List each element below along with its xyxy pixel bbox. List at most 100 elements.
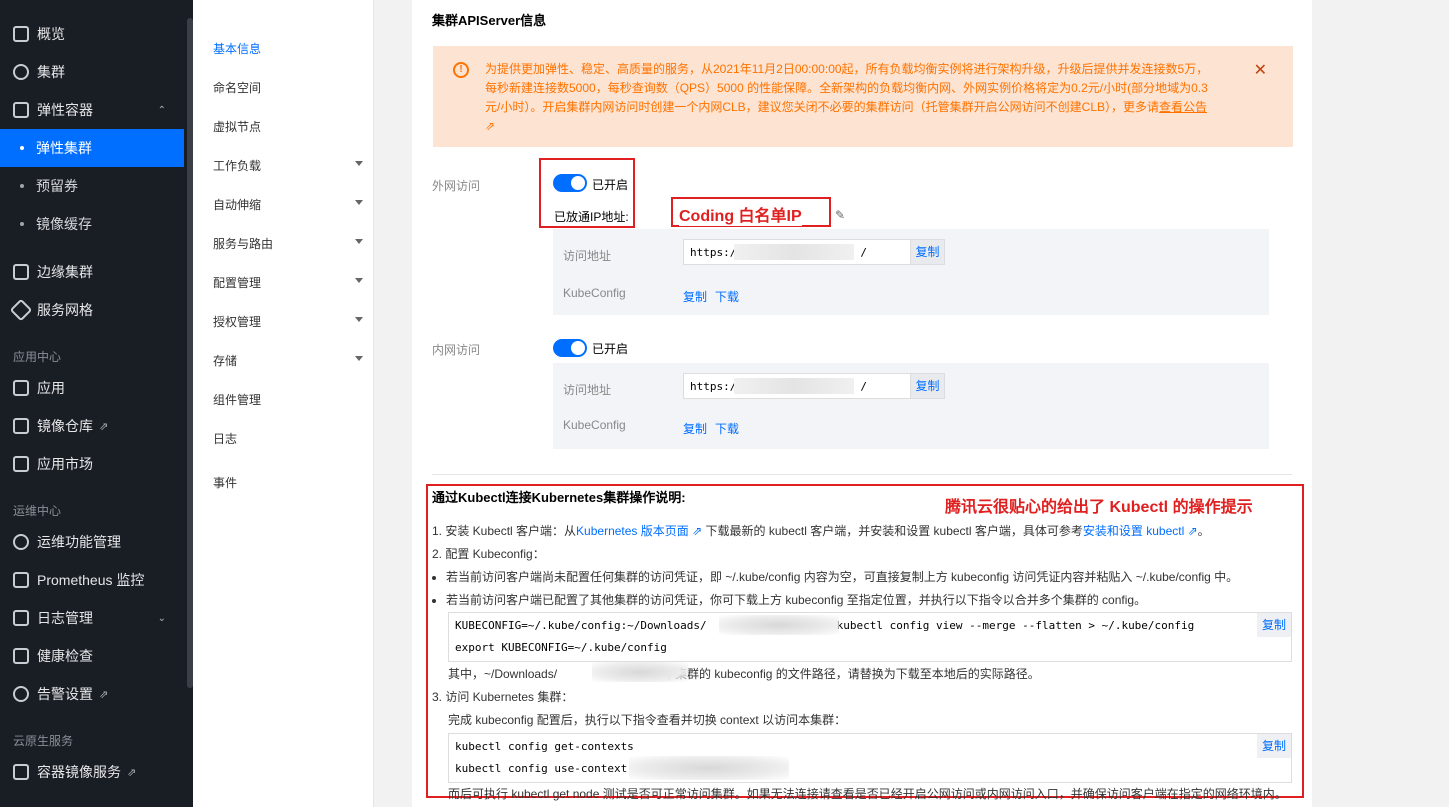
step-3: 3. 访问 Kubernetes 集群： xyxy=(432,690,574,704)
subnav-workload[interactable]: 工作负载 xyxy=(213,157,363,174)
nav-item-health-check[interactable]: 健康检查 xyxy=(0,637,184,675)
bullet-2: 若当前访问客户端已配置了其他集群的访问凭证，你可下载上方 kubeconfig … xyxy=(432,591,1146,608)
kubeconfig-path-note: 其中，~/Downloads/为本集群的 kubeconfig 的文件路径，请替… xyxy=(448,667,1040,681)
section-divider xyxy=(432,474,1292,475)
external-addr-label: 访问地址 xyxy=(563,249,612,263)
external-addr-copy-button[interactable]: 复制 xyxy=(910,240,944,264)
internal-addr-copy-button[interactable]: 复制 xyxy=(910,374,944,398)
primary-nav: 概览 集群 弹性容器 ⌃ 弹性集群 预留券 镜像缓存 边缘集群 服务网格 应用中… xyxy=(0,0,193,807)
registry-icon xyxy=(13,418,29,434)
grid-icon xyxy=(13,26,29,42)
subnav-config[interactable]: 配置管理 xyxy=(213,274,363,291)
nav-item-log-management[interactable]: 日志管理 ⌄ xyxy=(0,599,184,637)
registry-grid-icon xyxy=(13,764,29,780)
nav-item-cluster[interactable]: 集群 xyxy=(0,53,184,91)
redacted-region xyxy=(592,662,688,682)
apiserver-card: 集群APIServer信息 ! 为提供更加弹性、稳定、高质量的服务，从2021年… xyxy=(412,0,1312,807)
subnav-autoscaling[interactable]: 自动伸缩 xyxy=(213,196,363,213)
subnav-storage[interactable]: 存储 xyxy=(213,352,363,369)
nav-item-edge-cluster[interactable]: 边缘集群 xyxy=(0,253,184,291)
k8s-release-link[interactable]: Kubernetes 版本页面 xyxy=(576,524,689,538)
prometheus-icon xyxy=(13,572,29,588)
caret-down-icon xyxy=(355,239,363,244)
install-kubectl-link[interactable]: 安装和设置 kubectl xyxy=(1083,524,1184,538)
app-icon xyxy=(13,380,29,396)
external-link-icon: ⇗ xyxy=(1187,524,1198,538)
nav-item-reserved-coupon[interactable]: 预留券 xyxy=(0,167,184,205)
redacted-region xyxy=(734,244,854,260)
nav-item-container-registry[interactable]: 容器镜像服务 ⇗ xyxy=(0,753,184,791)
market-icon xyxy=(13,456,29,472)
highlight-box-whitelist xyxy=(539,158,635,228)
external-link-icon: ⇗ xyxy=(127,766,137,779)
main-content: 集群APIServer信息 ! 为提供更加弹性、稳定、高质量的服务，从2021年… xyxy=(374,0,1449,807)
external-link-icon: ⇗ xyxy=(99,420,109,433)
nav-item-ops-features[interactable]: 运维功能管理 xyxy=(0,523,184,561)
subnav-authorization[interactable]: 授权管理 xyxy=(213,313,363,330)
external-addr-field[interactable]: https:// 复制 xyxy=(683,239,945,265)
cluster-subnav: 基本信息 命名空间 虚拟节点 工作负载 自动伸缩 服务与路由 配置管理 授权管理… xyxy=(193,0,374,807)
instructions-title: 通过Kubectl连接Kubernetes集群操作说明: xyxy=(432,490,686,505)
internal-access-toggle[interactable] xyxy=(553,339,587,357)
container-icon xyxy=(13,102,29,118)
nav-section-app: 应用中心 xyxy=(13,350,62,364)
warning-icon: ! xyxy=(453,62,469,78)
subnav-service-routing[interactable]: 服务与路由 xyxy=(213,235,363,252)
nav-item-alert-settings[interactable]: 告警设置 ⇗ xyxy=(0,675,184,713)
code-block-merge[interactable]: KUBECONFIG=~/.kube/config:~/Downloads/ku… xyxy=(448,612,1292,662)
internal-addr-field[interactable]: https:// 复制 xyxy=(683,373,945,399)
code-block-context[interactable]: kubectl config get-contexts kubectl conf… xyxy=(448,733,1292,783)
nav-item-elastic-container[interactable]: 弹性容器 ⌃ xyxy=(0,91,184,129)
redacted-region xyxy=(719,615,839,635)
bullet-dot xyxy=(20,222,24,226)
internal-access-label: 内网访问 xyxy=(432,343,481,357)
internal-kubeconfig-label: KubeConfig xyxy=(563,418,626,432)
caret-down-icon xyxy=(355,356,363,361)
internal-kubeconfig-download-link[interactable]: 下载 xyxy=(715,420,739,437)
notice-text: 为提供更加弹性、稳定、高质量的服务，从2021年11月2日00:00:00起，所… xyxy=(485,62,1209,114)
external-kubeconfig-copy-link[interactable]: 复制 xyxy=(683,288,707,305)
subnav-virtual-node[interactable]: 虚拟节点 xyxy=(213,118,363,135)
page-title: 集群APIServer信息 xyxy=(432,13,547,28)
internal-addr-label: 访问地址 xyxy=(563,383,612,397)
alert-icon xyxy=(13,686,29,702)
close-icon[interactable]: ✕ xyxy=(1254,60,1267,80)
step-1: 1. 安装 Kubectl 客户端：从Kubernetes 版本页面 ⇗ 下载最… xyxy=(432,524,1210,538)
nav-item-prometheus[interactable]: Prometheus 监控 xyxy=(0,561,184,599)
chevron-up-icon: ⌃ xyxy=(157,104,166,116)
caret-down-icon xyxy=(355,161,363,166)
health-icon xyxy=(13,648,29,664)
code-copy-button[interactable]: 复制 xyxy=(1257,613,1291,637)
external-access-label: 外网访问 xyxy=(432,179,481,193)
nav-item-app-market[interactable]: 应用市场 xyxy=(0,445,184,483)
nav-item-app[interactable]: 应用 xyxy=(0,369,184,407)
redacted-region xyxy=(629,756,789,780)
subnav-events[interactable]: 事件 xyxy=(213,474,363,491)
log-icon xyxy=(13,610,29,626)
whitelist-annotation: Coding 白名单IP xyxy=(679,202,802,226)
external-link-icon: ⇗ xyxy=(692,524,703,538)
external-kubeconfig-download-link[interactable]: 下载 xyxy=(715,288,739,305)
caret-down-icon xyxy=(355,278,363,283)
nav-item-service-mesh[interactable]: 服务网格 xyxy=(0,291,184,329)
bullet-dot xyxy=(20,146,24,150)
subnav-basic-info[interactable]: 基本信息 xyxy=(213,40,363,57)
redacted-region xyxy=(734,378,854,394)
nav-item-elastic-cluster[interactable]: 弹性集群 xyxy=(0,129,184,167)
subnav-logs[interactable]: 日志 xyxy=(213,430,363,447)
code-copy-button[interactable]: 复制 xyxy=(1257,734,1291,758)
mesh-icon xyxy=(9,298,33,322)
gear-icon xyxy=(13,534,29,550)
step-3-description: 完成 kubeconfig 配置后，执行以下指令查看并切换 context 以访… xyxy=(448,713,847,727)
notice-link[interactable]: 查看公告 xyxy=(1159,100,1207,114)
subnav-namespace[interactable]: 命名空间 xyxy=(213,79,363,96)
external-link-icon: ⇗ xyxy=(99,688,109,701)
external-link-icon: ⇗ xyxy=(485,119,496,133)
internal-kubeconfig-copy-link[interactable]: 复制 xyxy=(683,420,707,437)
nav-item-image-registry[interactable]: 镜像仓库 ⇗ xyxy=(0,407,184,445)
nav-item-image-cache[interactable]: 镜像缓存 xyxy=(0,205,184,243)
edit-pencil-icon[interactable]: ✎ xyxy=(835,208,845,222)
nav-item-overview[interactable]: 概览 xyxy=(0,15,184,53)
caret-down-icon xyxy=(355,200,363,205)
subnav-components[interactable]: 组件管理 xyxy=(213,391,363,408)
